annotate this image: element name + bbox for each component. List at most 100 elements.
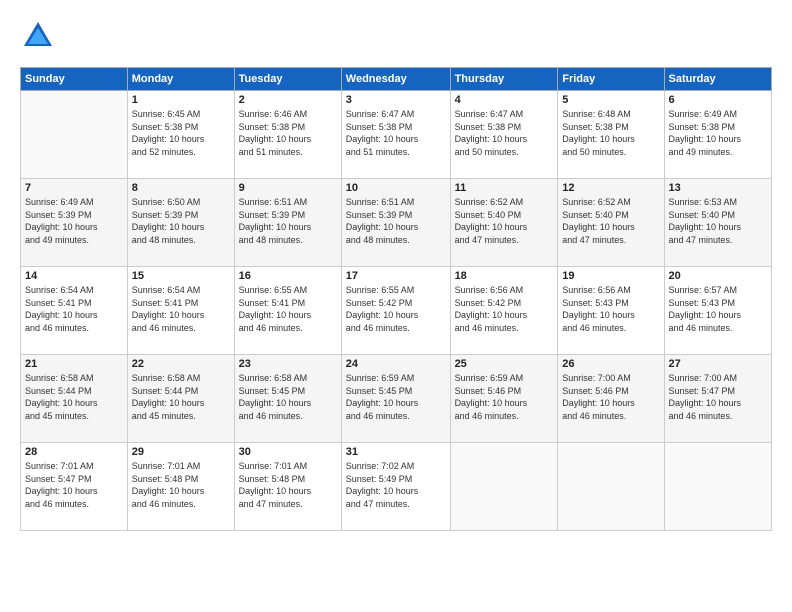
day-cell: 12Sunrise: 6:52 AM Sunset: 5:40 PM Dayli…: [558, 179, 664, 267]
header: [20, 18, 772, 59]
day-number: 29: [132, 446, 230, 458]
week-row-2: 7 Sunrise: 6:49 AM Sunset: 5:39 PM Daylig…: [21, 179, 772, 267]
day-info: Sunrise: 7:01 AM Sunset: 5:48 PM Dayligh…: [132, 460, 230, 510]
day-cell: 19 Sunrise: 6:56 AM Sunset: 5:43 PM Dayli…: [558, 267, 664, 355]
day-cell: [558, 443, 664, 531]
day-info: Sunrise: 6:56 AM Sunset: 5:42 PM Dayligh…: [455, 284, 554, 334]
day-info: Sunrise: 6:57 AM Sunset: 5:43 PM Dayligh…: [669, 284, 767, 334]
day-info: Sunrise: 6:55 AM Sunset: 5:42 PM Dayligh…: [346, 284, 446, 334]
day-info: Sunrise: 6:52 AM Sunset: 5:40 PM Dayligh…: [562, 196, 659, 246]
day-cell: 11 Sunrise: 6:52 AM Sunset: 5:40 PM Dayli…: [450, 179, 558, 267]
day-cell: 31 Sunrise: 7:02 AM Sunset: 5:49 PM Dayli…: [341, 443, 450, 531]
day-info: Sunrise: 6:49 AM Sunset: 5:38 PM Dayligh…: [669, 108, 767, 158]
day-cell: 20 Sunrise: 6:57 AM Sunset: 5:43 PM Dayli…: [664, 267, 771, 355]
day-number: 7: [25, 182, 123, 194]
column-header-sunday: Sunday: [21, 68, 128, 91]
day-number: 31: [346, 446, 446, 458]
day-cell: 21 Sunrise: 6:58 AM Sunset: 5:44 PM Dayli…: [21, 355, 128, 443]
day-cell: [450, 443, 558, 531]
day-cell: 28Sunrise: 7:01 AM Sunset: 5:47 PM Dayli…: [21, 443, 128, 531]
day-info: Sunrise: 7:00 AM Sunset: 5:47 PM Dayligh…: [669, 372, 767, 422]
day-number: 5: [562, 94, 659, 106]
day-cell: 5 Sunrise: 6:48 AM Sunset: 5:38 PM Daylig…: [558, 91, 664, 179]
day-info: Sunrise: 6:58 AM Sunset: 5:44 PM Dayligh…: [25, 372, 123, 422]
day-number: 13: [669, 182, 767, 194]
column-header-saturday: Saturday: [664, 68, 771, 91]
day-info: Sunrise: 6:59 AM Sunset: 5:46 PM Dayligh…: [455, 372, 554, 422]
day-cell: [21, 91, 128, 179]
column-header-monday: Monday: [127, 68, 234, 91]
day-cell: 6 Sunrise: 6:49 AM Sunset: 5:38 PM Daylig…: [664, 91, 771, 179]
day-info: Sunrise: 6:58 AM Sunset: 5:45 PM Dayligh…: [239, 372, 337, 422]
day-number: 10: [346, 182, 446, 194]
logo: [20, 18, 60, 59]
day-number: 17: [346, 270, 446, 282]
day-cell: 23 Sunrise: 6:58 AM Sunset: 5:45 PM Dayli…: [234, 355, 341, 443]
day-info: Sunrise: 6:46 AM Sunset: 5:38 PM Dayligh…: [239, 108, 337, 158]
day-cell: [664, 443, 771, 531]
day-number: 2: [239, 94, 337, 106]
day-number: 20: [669, 270, 767, 282]
day-number: 28: [25, 446, 123, 458]
day-info: Sunrise: 6:47 AM Sunset: 5:38 PM Dayligh…: [346, 108, 446, 158]
day-cell: 29 Sunrise: 7:01 AM Sunset: 5:48 PM Dayli…: [127, 443, 234, 531]
day-number: 25: [455, 358, 554, 370]
column-header-tuesday: Tuesday: [234, 68, 341, 91]
day-info: Sunrise: 6:47 AM Sunset: 5:38 PM Dayligh…: [455, 108, 554, 158]
day-info: Sunrise: 6:55 AM Sunset: 5:41 PM Dayligh…: [239, 284, 337, 334]
day-info: Sunrise: 7:00 AM Sunset: 5:46 PM Dayligh…: [562, 372, 659, 422]
day-number: 23: [239, 358, 337, 370]
day-number: 19: [562, 270, 659, 282]
day-cell: 8Sunrise: 6:50 AM Sunset: 5:39 PM Daylig…: [127, 179, 234, 267]
day-cell: 26 Sunrise: 7:00 AM Sunset: 5:46 PM Dayli…: [558, 355, 664, 443]
page: SundayMondayTuesdayWednesdayThursdayFrid…: [0, 0, 792, 612]
day-cell: 2 Sunrise: 6:46 AM Sunset: 5:38 PM Daylig…: [234, 91, 341, 179]
day-info: Sunrise: 6:59 AM Sunset: 5:45 PM Dayligh…: [346, 372, 446, 422]
day-info: Sunrise: 6:51 AM Sunset: 5:39 PM Dayligh…: [346, 196, 446, 246]
week-row-4: 21 Sunrise: 6:58 AM Sunset: 5:44 PM Dayli…: [21, 355, 772, 443]
logo-icon: [20, 18, 56, 59]
day-number: 14: [25, 270, 123, 282]
day-number: 6: [669, 94, 767, 106]
day-cell: 24 Sunrise: 6:59 AM Sunset: 5:45 PM Dayli…: [341, 355, 450, 443]
calendar: SundayMondayTuesdayWednesdayThursdayFrid…: [20, 67, 772, 531]
column-header-friday: Friday: [558, 68, 664, 91]
day-cell: 4 Sunrise: 6:47 AM Sunset: 5:38 PM Daylig…: [450, 91, 558, 179]
day-cell: 18 Sunrise: 6:56 AM Sunset: 5:42 PM Dayli…: [450, 267, 558, 355]
day-cell: 1 Sunrise: 6:45 AM Sunset: 5:38 PM Daylig…: [127, 91, 234, 179]
day-cell: 3Sunrise: 6:47 AM Sunset: 5:38 PM Daylig…: [341, 91, 450, 179]
day-cell: 10 Sunrise: 6:51 AM Sunset: 5:39 PM Dayli…: [341, 179, 450, 267]
day-number: 1: [132, 94, 230, 106]
day-info: Sunrise: 6:48 AM Sunset: 5:38 PM Dayligh…: [562, 108, 659, 158]
day-number: 26: [562, 358, 659, 370]
day-number: 4: [455, 94, 554, 106]
day-number: 18: [455, 270, 554, 282]
day-info: Sunrise: 6:54 AM Sunset: 5:41 PM Dayligh…: [132, 284, 230, 334]
day-info: Sunrise: 6:50 AM Sunset: 5:39 PM Dayligh…: [132, 196, 230, 246]
day-info: Sunrise: 7:01 AM Sunset: 5:48 PM Dayligh…: [239, 460, 337, 510]
day-info: Sunrise: 6:52 AM Sunset: 5:40 PM Dayligh…: [455, 196, 554, 246]
column-header-wednesday: Wednesday: [341, 68, 450, 91]
day-number: 15: [132, 270, 230, 282]
day-cell: 17 Sunrise: 6:55 AM Sunset: 5:42 PM Dayli…: [341, 267, 450, 355]
day-info: Sunrise: 6:54 AM Sunset: 5:41 PM Dayligh…: [25, 284, 123, 334]
day-cell: 30 Sunrise: 7:01 AM Sunset: 5:48 PM Dayli…: [234, 443, 341, 531]
day-cell: 14 Sunrise: 6:54 AM Sunset: 5:41 PM Dayli…: [21, 267, 128, 355]
day-number: 9: [239, 182, 337, 194]
day-cell: 16 Sunrise: 6:55 AM Sunset: 5:41 PM Dayli…: [234, 267, 341, 355]
day-cell: 7 Sunrise: 6:49 AM Sunset: 5:39 PM Daylig…: [21, 179, 128, 267]
day-number: 11: [455, 182, 554, 194]
day-info: Sunrise: 6:49 AM Sunset: 5:39 PM Dayligh…: [25, 196, 123, 246]
day-number: 21: [25, 358, 123, 370]
day-number: 24: [346, 358, 446, 370]
day-number: 16: [239, 270, 337, 282]
day-info: Sunrise: 7:02 AM Sunset: 5:49 PM Dayligh…: [346, 460, 446, 510]
day-info: Sunrise: 6:53 AM Sunset: 5:40 PM Dayligh…: [669, 196, 767, 246]
day-cell: 25 Sunrise: 6:59 AM Sunset: 5:46 PM Dayli…: [450, 355, 558, 443]
day-info: Sunrise: 6:45 AM Sunset: 5:38 PM Dayligh…: [132, 108, 230, 158]
day-number: 30: [239, 446, 337, 458]
day-cell: 22Sunrise: 6:58 AM Sunset: 5:44 PM Dayli…: [127, 355, 234, 443]
day-info: Sunrise: 6:56 AM Sunset: 5:43 PM Dayligh…: [562, 284, 659, 334]
day-number: 27: [669, 358, 767, 370]
day-info: Sunrise: 6:51 AM Sunset: 5:39 PM Dayligh…: [239, 196, 337, 246]
